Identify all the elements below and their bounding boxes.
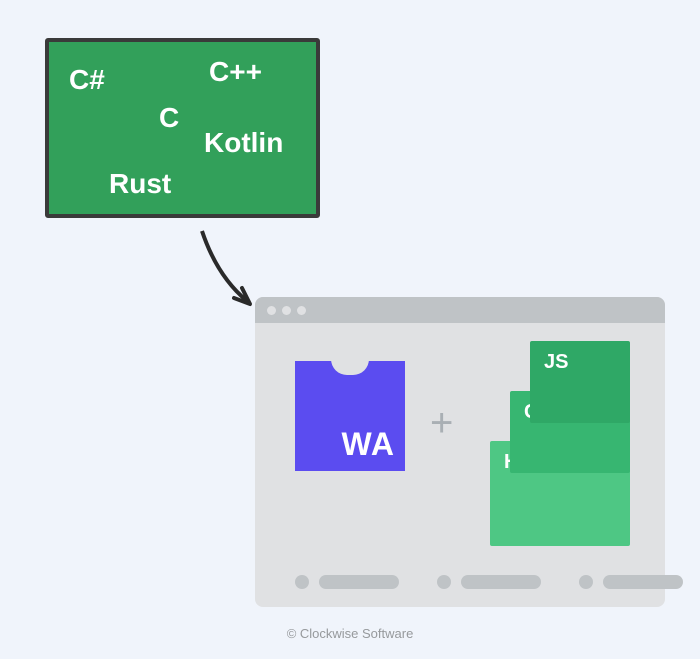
placeholder-dot-icon [295,575,309,589]
bar-group [295,575,399,589]
notch-icon [331,359,369,375]
placeholder-bars [295,575,683,589]
lang-cpp: C++ [209,56,262,88]
placeholder-line-icon [603,575,683,589]
window-dot-icon [297,306,306,315]
lang-kotlin: Kotlin [204,127,283,159]
webassembly-box: WA [295,361,405,471]
window-dot-icon [267,306,276,315]
lang-c: C [159,102,179,134]
file-js: JS [530,341,630,423]
placeholder-dot-icon [437,575,451,589]
lang-csharp: C# [69,64,105,96]
wa-label: WA [341,426,395,463]
placeholder-line-icon [319,575,399,589]
placeholder-line-icon [461,575,541,589]
window-dot-icon [282,306,291,315]
copyright-text: © Clockwise Software [0,626,700,641]
bar-group [437,575,541,589]
plus-icon: + [430,401,453,446]
placeholder-dot-icon [579,575,593,589]
browser-window: WA + JS CSS HTML [255,297,665,607]
browser-title-bar [255,297,665,323]
bar-group [579,575,683,589]
lang-rust: Rust [109,168,171,200]
languages-board: C# C++ C Kotlin Rust [45,38,320,218]
browser-content: WA + JS CSS HTML [255,323,665,607]
